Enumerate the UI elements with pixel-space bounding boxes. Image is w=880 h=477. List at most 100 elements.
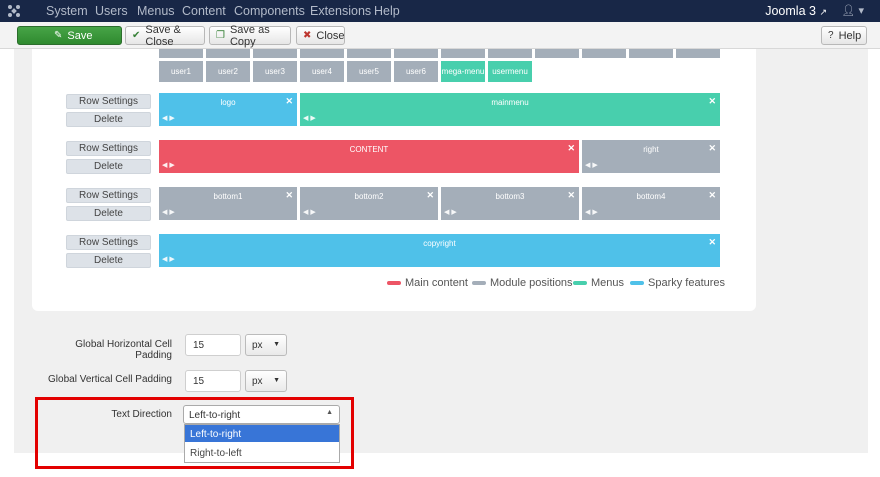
check-icon: ✔ bbox=[132, 29, 141, 41]
resize-arrows-icon[interactable]: ◀▶ bbox=[162, 208, 177, 216]
chip-user5[interactable]: user5 bbox=[347, 61, 391, 82]
cell-label: right bbox=[643, 145, 659, 154]
vpad-label: Global Vertical Cell Padding bbox=[48, 374, 172, 385]
remove-icon[interactable]: ✕ bbox=[285, 190, 293, 201]
row-delete-button[interactable]: Delete bbox=[66, 159, 151, 174]
cell-label: bottom3 bbox=[495, 192, 525, 201]
menu-menus[interactable]: Menus bbox=[137, 4, 175, 18]
remove-icon[interactable]: ✕ bbox=[708, 143, 716, 154]
remove-icon[interactable]: ✕ bbox=[567, 190, 575, 201]
hpad-label: Global Horizontal Cell Padding bbox=[75, 339, 172, 361]
row-settings-button[interactable]: Row Settings bbox=[66, 94, 151, 109]
resize-arrows-icon[interactable]: ◀▶ bbox=[162, 255, 177, 263]
chip-usermenu[interactable]: usermenu bbox=[488, 61, 532, 82]
hpad-unit-value: px bbox=[252, 340, 263, 351]
main-content-area: user1 user2 user3 user4 user5 user6 mega… bbox=[14, 49, 868, 453]
legend-module-positions: Module positions bbox=[472, 277, 573, 289]
resize-arrows-icon[interactable]: ◀▶ bbox=[162, 161, 177, 169]
cell-logo[interactable]: logo ✕ ◀▶ bbox=[159, 93, 297, 126]
resize-arrows-icon[interactable]: ◀▶ bbox=[444, 208, 459, 216]
question-icon: ? bbox=[828, 29, 834, 41]
help-button[interactable]: ? Help bbox=[821, 26, 867, 45]
chip-user2[interactable]: user2 bbox=[206, 61, 250, 82]
menu-system[interactable]: System bbox=[46, 4, 88, 18]
cell-label: bottom1 bbox=[213, 192, 243, 201]
resize-arrows-icon[interactable]: ◀▶ bbox=[162, 114, 177, 122]
menu-users[interactable]: Users bbox=[95, 4, 128, 18]
external-link-icon: ↗ bbox=[819, 7, 827, 17]
cell-bottom2[interactable]: bottom2 ✕ ◀▶ bbox=[300, 187, 438, 220]
legend-label: Menus bbox=[591, 277, 625, 289]
row-settings-button[interactable]: Row Settings bbox=[66, 235, 151, 250]
remove-icon[interactable]: ✕ bbox=[708, 237, 716, 248]
joomla-logo-icon[interactable] bbox=[7, 4, 21, 18]
chip-stub bbox=[347, 49, 391, 58]
legend-main-content: Main content bbox=[387, 277, 468, 289]
legend-swatch bbox=[573, 281, 587, 285]
legend-swatch bbox=[472, 281, 486, 285]
row-settings-button[interactable]: Row Settings bbox=[66, 188, 151, 203]
remove-icon[interactable]: ✕ bbox=[567, 143, 575, 154]
highlight-annotation-box bbox=[35, 397, 354, 469]
chip-user4[interactable]: user4 bbox=[300, 61, 344, 82]
caret-down-icon: ▼ bbox=[273, 377, 280, 384]
row-settings-button[interactable]: Row Settings bbox=[66, 141, 151, 156]
resize-arrows-icon[interactable]: ◀▶ bbox=[303, 114, 318, 122]
vpad-input[interactable]: 15 bbox=[185, 370, 241, 392]
row-delete-button[interactable]: Delete bbox=[66, 112, 151, 127]
save-as-copy-button[interactable]: ❐ Save as Copy bbox=[209, 23, 291, 48]
cell-bottom1[interactable]: bottom1 ✕ ◀▶ bbox=[159, 187, 297, 220]
legend-label: Sparky features bbox=[648, 277, 726, 289]
cell-bottom3[interactable]: bottom3 ✕ ◀▶ bbox=[441, 187, 579, 220]
resize-arrows-icon[interactable]: ◀▶ bbox=[585, 208, 600, 216]
remove-icon[interactable]: ✕ bbox=[285, 96, 293, 107]
cell-label: bottom2 bbox=[354, 192, 384, 201]
chip-stub bbox=[488, 49, 532, 58]
close-label: Close bbox=[316, 29, 345, 42]
save-close-button[interactable]: ✔ Save & Close bbox=[125, 24, 205, 48]
cell-label: bottom4 bbox=[636, 192, 666, 201]
cell-copyright[interactable]: copyright ✕ ◀▶ bbox=[159, 234, 720, 267]
save-label: Save bbox=[67, 29, 93, 42]
cell-label: CONTENT bbox=[349, 145, 389, 154]
copy-icon: ❐ bbox=[216, 29, 225, 41]
row-delete-button[interactable]: Delete bbox=[66, 206, 151, 221]
menu-help[interactable]: Help bbox=[374, 4, 400, 18]
chip-user1[interactable]: user1 bbox=[159, 61, 203, 82]
user-icon[interactable]: 👤︎ ▾ bbox=[841, 4, 864, 17]
chip-stub bbox=[676, 49, 720, 58]
cell-right[interactable]: right ✕ ◀▶ bbox=[582, 140, 720, 173]
edit-icon: ✎ bbox=[54, 29, 63, 41]
chip-stub bbox=[159, 49, 203, 58]
chip-user6[interactable]: user6 bbox=[394, 61, 438, 82]
vpad-unit-select[interactable]: px ▼ bbox=[245, 370, 287, 392]
cell-bottom4[interactable]: bottom4 ✕ ◀▶ bbox=[582, 187, 720, 220]
cell-mainmenu[interactable]: mainmenu ✕ ◀▶ bbox=[300, 93, 720, 126]
hpad-unit-select[interactable]: px ▼ bbox=[245, 334, 287, 356]
close-circle-icon: ✖ bbox=[303, 29, 312, 41]
legend-label: Main content bbox=[405, 277, 468, 289]
save-button[interactable]: ✎ Save bbox=[17, 26, 122, 45]
resize-arrows-icon[interactable]: ◀▶ bbox=[303, 208, 318, 216]
cell-content[interactable]: CONTENT ✕ ◀▶ bbox=[159, 140, 579, 173]
site-brand-link[interactable]: Joomla 3 ↗ bbox=[765, 4, 827, 18]
legend-label: Module positions bbox=[490, 277, 573, 289]
chip-mega-menu[interactable]: mega-menu bbox=[441, 61, 485, 82]
help-label: Help bbox=[838, 29, 862, 42]
remove-icon[interactable]: ✕ bbox=[708, 96, 716, 107]
chip-user3[interactable]: user3 bbox=[253, 61, 297, 82]
close-button[interactable]: ✖ Close bbox=[296, 26, 345, 45]
remove-icon[interactable]: ✕ bbox=[426, 190, 434, 201]
brand-label: Joomla 3 bbox=[765, 4, 816, 18]
top-navbar: System Users Menus Content Components Ex… bbox=[0, 0, 880, 22]
resize-arrows-icon[interactable]: ◀▶ bbox=[585, 161, 600, 169]
menu-components[interactable]: Components bbox=[234, 4, 305, 18]
menu-content[interactable]: Content bbox=[182, 4, 226, 18]
menu-extensions[interactable]: Extensions bbox=[310, 4, 371, 18]
toolbar: ✎ Save ✔ Save & Close ❐ Save as Copy ✖ C… bbox=[0, 22, 880, 49]
hpad-input[interactable]: 15 bbox=[185, 334, 241, 356]
row-delete-button[interactable]: Delete bbox=[66, 253, 151, 268]
save-copy-label: Save as Copy bbox=[229, 23, 270, 48]
remove-icon[interactable]: ✕ bbox=[708, 190, 716, 201]
legend-menus: Menus bbox=[573, 277, 624, 289]
